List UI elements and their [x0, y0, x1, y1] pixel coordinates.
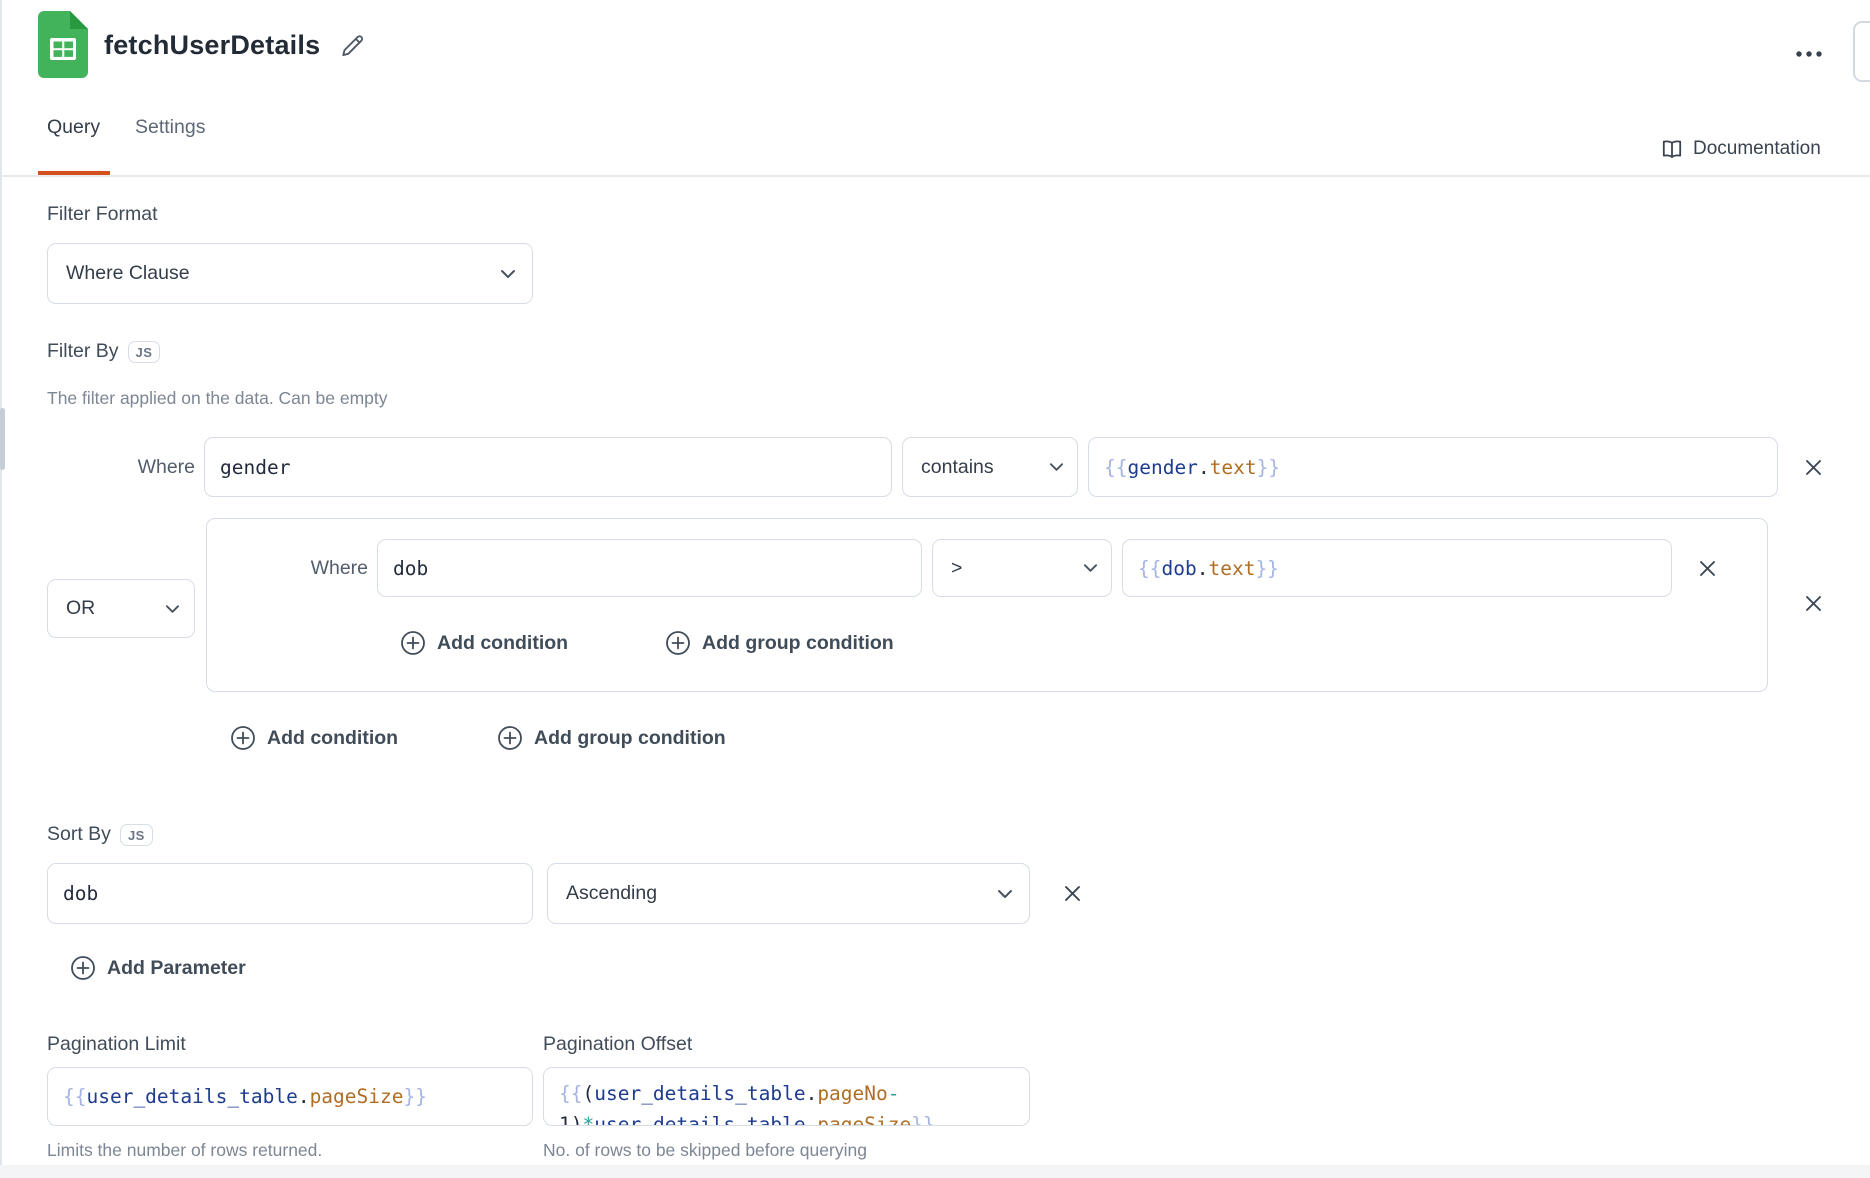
plus-circle-icon [230, 725, 256, 751]
condition-value-input[interactable]: {{gender.text}} [1088, 437, 1778, 497]
close-icon [1804, 458, 1823, 477]
query-title: fetchUserDetails [104, 30, 320, 61]
ellipsis-icon [1793, 47, 1829, 62]
plus-circle-icon [70, 955, 96, 981]
chevron-down-icon [1049, 462, 1064, 472]
filter-format-select[interactable]: Where Clause [47, 243, 533, 304]
group-add-condition-label: Add condition [437, 632, 568, 655]
filter-format-value: Where Clause [66, 262, 190, 285]
add-condition-button[interactable]: Add condition [230, 720, 398, 756]
add-condition-label: Add condition [267, 727, 398, 750]
condition-column-value: gender [220, 456, 290, 479]
group-condition-operator-select[interactable]: > [932, 539, 1112, 597]
filter-by-label: Filter By [47, 340, 119, 363]
group-join-operator-value: OR [66, 597, 95, 620]
close-icon [1063, 884, 1082, 903]
condition-column-input[interactable]: gender [204, 437, 892, 497]
sort-by-label-row: Sort By JS [47, 823, 153, 846]
close-icon [1804, 594, 1823, 613]
pagination-limit-code: {{user_details_table.pageSize}} [63, 1085, 427, 1108]
bottom-pane-edge [0, 1165, 1870, 1178]
add-parameter-button[interactable]: Add Parameter [70, 950, 246, 986]
pagination-limit-helper: Limits the number of rows returned. [47, 1140, 322, 1161]
delete-group-condition-button[interactable] [1692, 553, 1722, 583]
filter-by-helper: The filter applied on the data. Can be e… [47, 388, 388, 409]
where-prefix-label: Where [88, 437, 195, 497]
condition-operator-value: contains [921, 456, 994, 479]
plus-circle-icon [497, 725, 523, 751]
documentation-label: Documentation [1693, 138, 1821, 160]
group-join-operator-select[interactable]: OR [47, 579, 195, 638]
pagination-limit-label: Pagination Limit [47, 1033, 186, 1056]
group-add-condition-button[interactable]: Add condition [400, 625, 568, 661]
more-menu-button[interactable] [1788, 40, 1834, 68]
group-condition-column-value: dob [393, 557, 428, 580]
js-toggle-sort-by[interactable]: JS [120, 824, 153, 846]
google-sheets-icon [38, 11, 88, 78]
group-condition-value-code: {{dob.text}} [1138, 557, 1279, 580]
where-prefix-label: Where [270, 539, 368, 597]
plus-circle-icon [400, 630, 426, 656]
edit-name-button[interactable] [336, 30, 370, 64]
sort-order-select[interactable]: Ascending [547, 863, 1030, 924]
add-parameter-label: Add Parameter [107, 957, 246, 980]
book-icon [1660, 137, 1684, 161]
scrollbar-thumb[interactable] [0, 408, 5, 470]
filter-format-label: Filter Format [47, 203, 158, 226]
group-condition-column-input[interactable]: dob [377, 539, 922, 597]
chevron-down-icon [165, 604, 180, 614]
panel-left-border [0, 0, 2, 1178]
group-condition-operator-value: > [951, 557, 962, 580]
plus-circle-icon [665, 630, 691, 656]
pencil-icon [340, 33, 366, 62]
chevron-down-icon [1083, 563, 1098, 573]
sort-by-label: Sort By [47, 823, 111, 846]
run-button-partial[interactable] [1853, 21, 1870, 82]
close-icon [1698, 559, 1717, 578]
sort-order-value: Ascending [566, 882, 657, 905]
add-group-condition-label: Add group condition [534, 727, 726, 750]
delete-group-button[interactable] [1798, 588, 1828, 618]
pagination-offset-helper: No. of rows to be skipped before queryin… [543, 1140, 867, 1161]
filter-by-label-row: Filter By JS [47, 340, 160, 363]
sort-column-value: dob [63, 882, 98, 905]
header-divider [2, 175, 1870, 177]
js-toggle-filter-by[interactable]: JS [128, 341, 161, 363]
delete-condition-button[interactable] [1798, 452, 1828, 482]
chevron-down-icon [500, 269, 516, 279]
condition-value-code: {{gender.text}} [1104, 456, 1280, 479]
sort-column-input[interactable]: dob [47, 863, 533, 924]
group-add-group-condition-label: Add group condition [702, 632, 894, 655]
condition-operator-select[interactable]: contains [902, 437, 1078, 497]
chevron-down-icon [997, 889, 1013, 899]
query-editor-panel: { "header": { "title": "fetchUserDetails… [0, 0, 1870, 1178]
group-add-group-condition-button[interactable]: Add group condition [665, 625, 894, 661]
documentation-link[interactable]: Documentation [1660, 137, 1821, 161]
pagination-offset-code-line1: {{(user_details_table.pageNo- [559, 1078, 1014, 1109]
add-group-condition-button[interactable]: Add group condition [497, 720, 726, 756]
tab-settings[interactable]: Settings [135, 116, 205, 139]
pagination-limit-input[interactable]: {{user_details_table.pageSize}} [47, 1067, 533, 1126]
pagination-offset-code-line2: 1)*user_details_table.pageSize}} [559, 1109, 1014, 1126]
delete-sort-button[interactable] [1057, 878, 1087, 908]
tab-query[interactable]: Query [47, 116, 100, 139]
group-condition-value-input[interactable]: {{dob.text}} [1122, 539, 1672, 597]
pagination-offset-label: Pagination Offset [543, 1033, 692, 1056]
pagination-offset-input[interactable]: {{(user_details_table.pageNo- 1)*user_de… [543, 1067, 1030, 1126]
